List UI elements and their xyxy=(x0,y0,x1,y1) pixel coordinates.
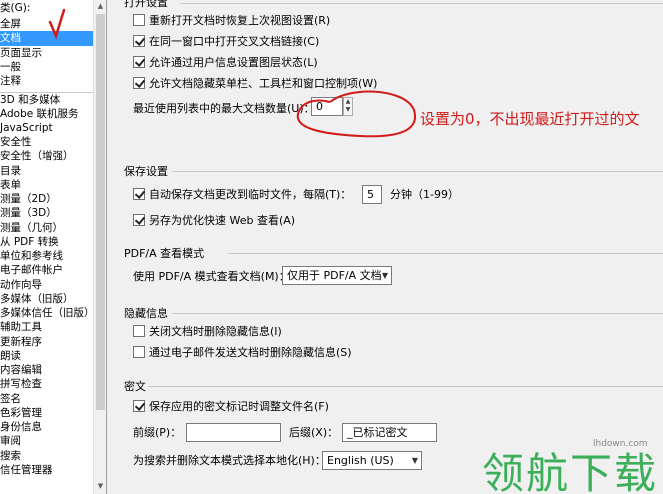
category-item[interactable]: 信任管理器 xyxy=(0,463,93,477)
category-item[interactable]: 色彩管理 xyxy=(0,406,93,420)
option-label: 允许文档隐藏菜单栏、工具栏和窗口控制项(W) xyxy=(149,77,378,90)
hidden-info-title: 隐藏信息 xyxy=(124,307,168,320)
category-item[interactable]: JavaScript xyxy=(0,121,93,135)
scroll-down-arrow-icon[interactable]: ▼ xyxy=(95,480,106,492)
category-item[interactable]: 3D 和多媒体 xyxy=(0,92,93,106)
option-adjust-filename[interactable]: 保存应用的密文标记时调整文件名(F) xyxy=(133,398,329,414)
option-optimize-web[interactable]: 另存为优化快速 Web 查看(A) xyxy=(133,212,295,228)
category-item[interactable]: 安全性 xyxy=(0,135,93,149)
option-label: 允许通过用户信息设置图层状态(L) xyxy=(149,56,318,69)
category-item[interactable]: 单位和参考线 xyxy=(0,249,93,263)
redaction-title: 密文 xyxy=(124,380,146,393)
scrollbar-thumb[interactable] xyxy=(96,14,105,410)
category-item[interactable]: 表单 xyxy=(0,178,93,192)
search-locale-label: 为搜索并删除文本模式选择本地化(H)： xyxy=(133,454,326,467)
search-locale-value: English (US) xyxy=(327,454,394,467)
category-list[interactable]: 全屏 文档 页面显示 一般 注释 3D 和多媒体 Adobe 联机服务 JavaScript 安… xyxy=(0,17,93,477)
category-item[interactable]: 多媒体信任（旧版） xyxy=(0,306,93,320)
checkbox[interactable] xyxy=(133,14,145,26)
category-item[interactable]: 测量（2D） xyxy=(0,192,93,206)
checkbox[interactable] xyxy=(133,56,145,68)
category-item[interactable]: 全屏 xyxy=(0,17,93,31)
prefix-label: 前缀(P)： xyxy=(133,426,182,439)
category-item[interactable]: 朗读 xyxy=(0,349,93,363)
option-hide-menubar[interactable]: 允许文档隐藏菜单栏、工具栏和窗口控制项(W) xyxy=(133,75,377,91)
watermark-logo: 领航下载 xyxy=(482,449,659,494)
option-autosave[interactable]: 自动保存文档更改到临时文件，每隔(T)： xyxy=(133,186,351,202)
category-item[interactable]: 一般 xyxy=(0,60,93,74)
save-settings-title: 保存设置 xyxy=(124,165,168,178)
pdfa-mode-value: 仅用于 PDF/A 文档 xyxy=(287,269,382,282)
option-label: 自动保存文档更改到临时文件，每隔(T)： xyxy=(149,188,352,201)
scroll-up-arrow-icon[interactable]: ▲ xyxy=(95,0,106,12)
option-restore-view[interactable]: 重新打开文档时恢复上次视图设置(R) xyxy=(133,12,330,28)
category-item[interactable]: 搜索 xyxy=(0,449,93,463)
category-item[interactable]: 审阅 xyxy=(0,434,93,448)
category-scrollbar[interactable]: ▲ ▼ xyxy=(93,0,106,494)
spin-down-icon[interactable]: ▼ xyxy=(344,106,352,114)
option-label: 另存为优化快速 Web 查看(A) xyxy=(149,214,296,227)
category-item[interactable]: 页面显示 xyxy=(0,46,93,60)
category-item[interactable]: 签名 xyxy=(0,392,93,406)
recent-docs-spinner[interactable]: ▲ ▼ xyxy=(343,97,353,116)
category-item[interactable]: 更新程序 xyxy=(0,335,93,349)
option-remove-on-email[interactable]: 通过电子邮件发送文档时删除隐藏信息(S) xyxy=(133,344,352,360)
category-item[interactable]: 辅助工具 xyxy=(0,320,93,334)
category-item[interactable]: 目录 xyxy=(0,164,93,178)
checkbox[interactable] xyxy=(133,214,145,226)
option-remove-on-close[interactable]: 关闭文档时删除隐藏信息(I) xyxy=(133,323,282,339)
section-divider xyxy=(148,386,663,387)
category-item[interactable]: 电子邮件帐户 xyxy=(0,263,93,277)
search-locale-dropdown[interactable]: English (US) ▼ xyxy=(322,451,422,470)
category-header: 类(G): xyxy=(0,2,31,14)
category-item[interactable]: Adobe 联机服务 xyxy=(0,107,93,121)
category-panel: 类(G): 全屏 文档 页面显示 一般 注释 3D 和多媒体 Adobe 联机服务 JavaS… xyxy=(0,0,107,494)
chevron-down-icon: ▼ xyxy=(381,271,388,280)
option-label: 通过电子邮件发送文档时删除隐藏信息(S) xyxy=(149,346,352,359)
category-item[interactable]: 拼写检查 xyxy=(0,377,93,391)
pdfa-title: PDF/A 查看模式 xyxy=(124,247,205,260)
chevron-down-icon: ▼ xyxy=(411,456,418,465)
category-item[interactable]: 测量（几何） xyxy=(0,221,93,235)
prefix-input[interactable] xyxy=(186,423,281,442)
category-item[interactable]: 内容编辑 xyxy=(0,363,93,377)
option-label: 重新打开文档时恢复上次视图设置(R) xyxy=(149,14,331,27)
annotation-text: 设置为0，不出现最近打开过的文 xyxy=(420,110,640,128)
category-item[interactable]: 动作向导 xyxy=(0,278,93,292)
checkbox[interactable] xyxy=(133,77,145,89)
option-label: 在同一窗口中打开交叉文档链接(C) xyxy=(149,35,320,48)
category-item[interactable]: 身份信息 xyxy=(0,420,93,434)
checkbox[interactable] xyxy=(133,35,145,47)
suffix-input[interactable]: _已标记密文 xyxy=(342,423,437,442)
open-settings-title: 打开设置 xyxy=(124,0,168,9)
pdfa-mode-dropdown[interactable]: 仅用于 PDF/A 文档 ▼ xyxy=(282,266,392,285)
pdfa-mode-label: 使用 PDF/A 模式查看文档(M)： xyxy=(133,270,290,283)
checkbox[interactable] xyxy=(133,188,145,200)
section-divider xyxy=(172,171,663,172)
minutes-unit-label: 分钟（1-99） xyxy=(390,188,459,201)
checkbox[interactable] xyxy=(133,325,145,337)
recent-docs-input[interactable]: 0 xyxy=(311,97,343,116)
section-divider xyxy=(172,313,663,314)
option-label: 关闭文档时删除隐藏信息(I) xyxy=(149,325,282,338)
category-item[interactable]: 注释 xyxy=(0,74,93,88)
category-item[interactable]: 安全性（增强） xyxy=(0,149,93,163)
autosave-minutes-input[interactable]: 5 xyxy=(362,185,382,204)
section-divider xyxy=(228,253,663,254)
checkbox[interactable] xyxy=(133,400,145,412)
option-layer-state[interactable]: 允许通过用户信息设置图层状态(L) xyxy=(133,54,318,70)
option-label: 保存应用的密文标记时调整文件名(F) xyxy=(149,400,329,413)
category-item[interactable]: 多媒体（旧版） xyxy=(0,292,93,306)
category-item[interactable]: 文档 xyxy=(0,31,93,46)
spin-up-icon[interactable]: ▲ xyxy=(344,98,352,106)
category-item[interactable]: 从 PDF 转换 xyxy=(0,235,93,249)
category-item[interactable]: 测量（3D） xyxy=(0,206,93,220)
option-same-window[interactable]: 在同一窗口中打开交叉文档链接(C) xyxy=(133,33,319,49)
section-divider xyxy=(180,3,663,4)
checkbox[interactable] xyxy=(133,346,145,358)
suffix-label: 后缀(X)： xyxy=(289,426,339,439)
recent-docs-label: 最近使用列表中的最大文档数量(U)： xyxy=(133,102,315,115)
